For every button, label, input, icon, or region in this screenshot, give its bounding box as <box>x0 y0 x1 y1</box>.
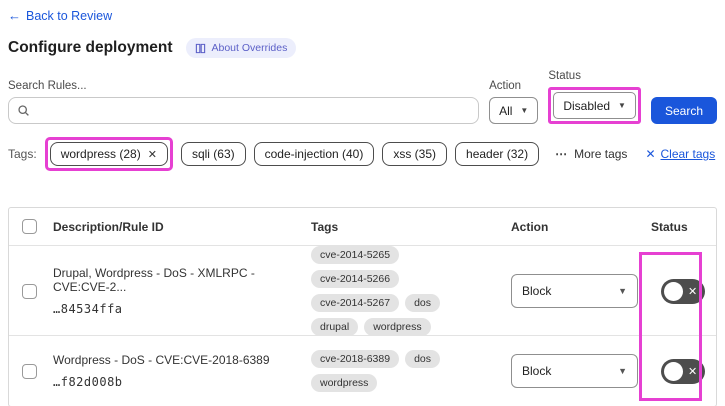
page-title: Configure deployment <box>8 39 173 56</box>
rule-tags: cve-2014-5265 cve-2014-5266 cve-2014-526… <box>311 246 503 336</box>
tag-filter-xss[interactable]: xss (35) <box>382 142 448 166</box>
chevron-down-icon: ▼ <box>618 101 626 110</box>
title-row: Configure deployment About Overrides <box>8 38 717 58</box>
rule-tag: dos <box>405 294 440 312</box>
ellipsis-icon: ⋯ <box>555 147 569 161</box>
table-row: Wordpress - DoS - CVE:CVE-2018-6389 …f82… <box>9 336 716 406</box>
rule-tags: cve-2018-6389 dos wordpress <box>311 350 503 392</box>
chevron-down-icon: ▼ <box>618 286 627 296</box>
clear-tags-button[interactable]: ✕ Clear tags <box>645 147 715 161</box>
back-to-review-link[interactable]: ← Back to Review <box>8 8 112 23</box>
action-select-dropdown[interactable]: Block ▼ <box>511 354 638 388</box>
filter-row: Search Rules... Action All ▼ Status Disa… <box>8 70 717 124</box>
configure-deployment-page: ← Back to Review Configure deployment Ab… <box>0 0 725 406</box>
row-checkbox[interactable] <box>21 283 37 299</box>
about-overrides-badge[interactable]: About Overrides <box>186 38 297 58</box>
status-filter-dropdown[interactable]: Disabled ▼ <box>553 92 636 119</box>
clear-icon: ✕ <box>645 147 656 161</box>
toggle-x-icon: ✕ <box>688 285 698 298</box>
column-header-status: Status <box>651 219 688 234</box>
action-select-dropdown[interactable]: Block ▼ <box>511 274 638 308</box>
search-icon <box>18 105 29 116</box>
rule-tag: cve-2014-5267 <box>311 294 400 312</box>
rule-description: Wordpress - DoS - CVE:CVE-2018-6389 <box>53 352 270 367</box>
more-tags-button[interactable]: ⋯ More tags <box>555 147 627 161</box>
tags-bar-label: Tags: <box>8 147 37 161</box>
rule-tag: wordpress <box>311 374 378 392</box>
tag-filter-label: xss (35) <box>393 147 437 161</box>
tag-filter-label: sqli (63) <box>191 147 235 161</box>
tag-filter-code-injection[interactable]: code-injection (40) <box>253 142 375 166</box>
rule-tag: cve-2014-5266 <box>311 270 400 288</box>
toggle-knob <box>664 361 683 381</box>
back-arrow-icon: ← <box>8 8 21 23</box>
table-header-row: Description/Rule ID Tags Action Status <box>9 208 716 246</box>
rule-tag: wordpress <box>364 318 431 336</box>
toggle-knob <box>664 281 683 301</box>
chevron-down-icon: ▼ <box>520 106 529 115</box>
tag-filter-label: code-injection (40) <box>264 147 364 161</box>
search-button[interactable]: Search <box>650 97 717 124</box>
action-select-value: Block <box>522 284 552 298</box>
action-filter-value: All <box>499 103 513 118</box>
status-toggle-off[interactable]: ✕ <box>661 358 705 384</box>
tag-filter-header[interactable]: header (32) <box>455 142 540 166</box>
rules-table: Description/Rule ID Tags Action Status D… <box>8 207 717 406</box>
action-filter-group: Action All ▼ <box>489 80 539 124</box>
status-filter-label: Status <box>548 70 581 82</box>
select-all-checkbox[interactable] <box>21 219 37 234</box>
column-header-tags: Tags <box>311 219 339 234</box>
action-filter-dropdown[interactable]: All ▼ <box>489 97 539 124</box>
rule-tag: cve-2018-6389 <box>311 350 400 368</box>
column-header-action: Action <box>511 219 549 234</box>
remove-tag-icon[interactable]: ✕ <box>148 148 157 161</box>
rule-description: Drupal, Wordpress - DoS - XMLRPC - CVE:C… <box>53 265 255 294</box>
tags-bar: Tags: wordpress (28) ✕ sqli (63) code-in… <box>8 137 717 171</box>
column-header-description: Description/Rule ID <box>53 219 164 234</box>
status-filter-highlight: Disabled ▼ <box>548 87 641 124</box>
search-rules-input[interactable] <box>36 103 471 118</box>
search-rules-input-wrap <box>8 97 480 124</box>
tag-filter-sqli[interactable]: sqli (63) <box>180 142 246 166</box>
row-checkbox[interactable] <box>21 363 37 379</box>
tag-filter-label: header (32) <box>466 147 529 161</box>
rule-tag: cve-2014-5265 <box>311 246 400 264</box>
status-toggle-off[interactable]: ✕ <box>661 278 705 304</box>
rule-tag: drupal <box>311 318 359 336</box>
tag-filter-label: wordpress (28) <box>60 147 141 161</box>
back-link-label: Back to Review <box>26 8 113 23</box>
book-icon <box>196 43 206 53</box>
status-filter-value: Disabled <box>563 98 611 113</box>
rule-id: …f82d008b <box>53 375 123 390</box>
table-row: Drupal, Wordpress - DoS - XMLRPC - CVE:C… <box>9 246 716 336</box>
search-group: Search Rules... <box>8 80 480 124</box>
toggle-x-icon: ✕ <box>688 365 698 378</box>
more-tags-label: More tags <box>574 147 628 161</box>
action-filter-label: Action <box>489 80 522 92</box>
search-rules-label: Search Rules... <box>8 80 87 92</box>
clear-tags-label: Clear tags <box>660 147 716 161</box>
selected-tag-highlight: wordpress (28) ✕ <box>44 137 173 171</box>
action-select-value: Block <box>522 364 552 378</box>
tag-filter-wordpress[interactable]: wordpress (28) ✕ <box>49 142 168 166</box>
rule-tag: dos <box>405 350 440 368</box>
chevron-down-icon: ▼ <box>618 366 627 376</box>
status-filter-group: Status Disabled ▼ <box>548 70 641 124</box>
rule-id: …84534ffa <box>53 302 123 317</box>
about-overrides-label: About Overrides <box>211 42 288 54</box>
